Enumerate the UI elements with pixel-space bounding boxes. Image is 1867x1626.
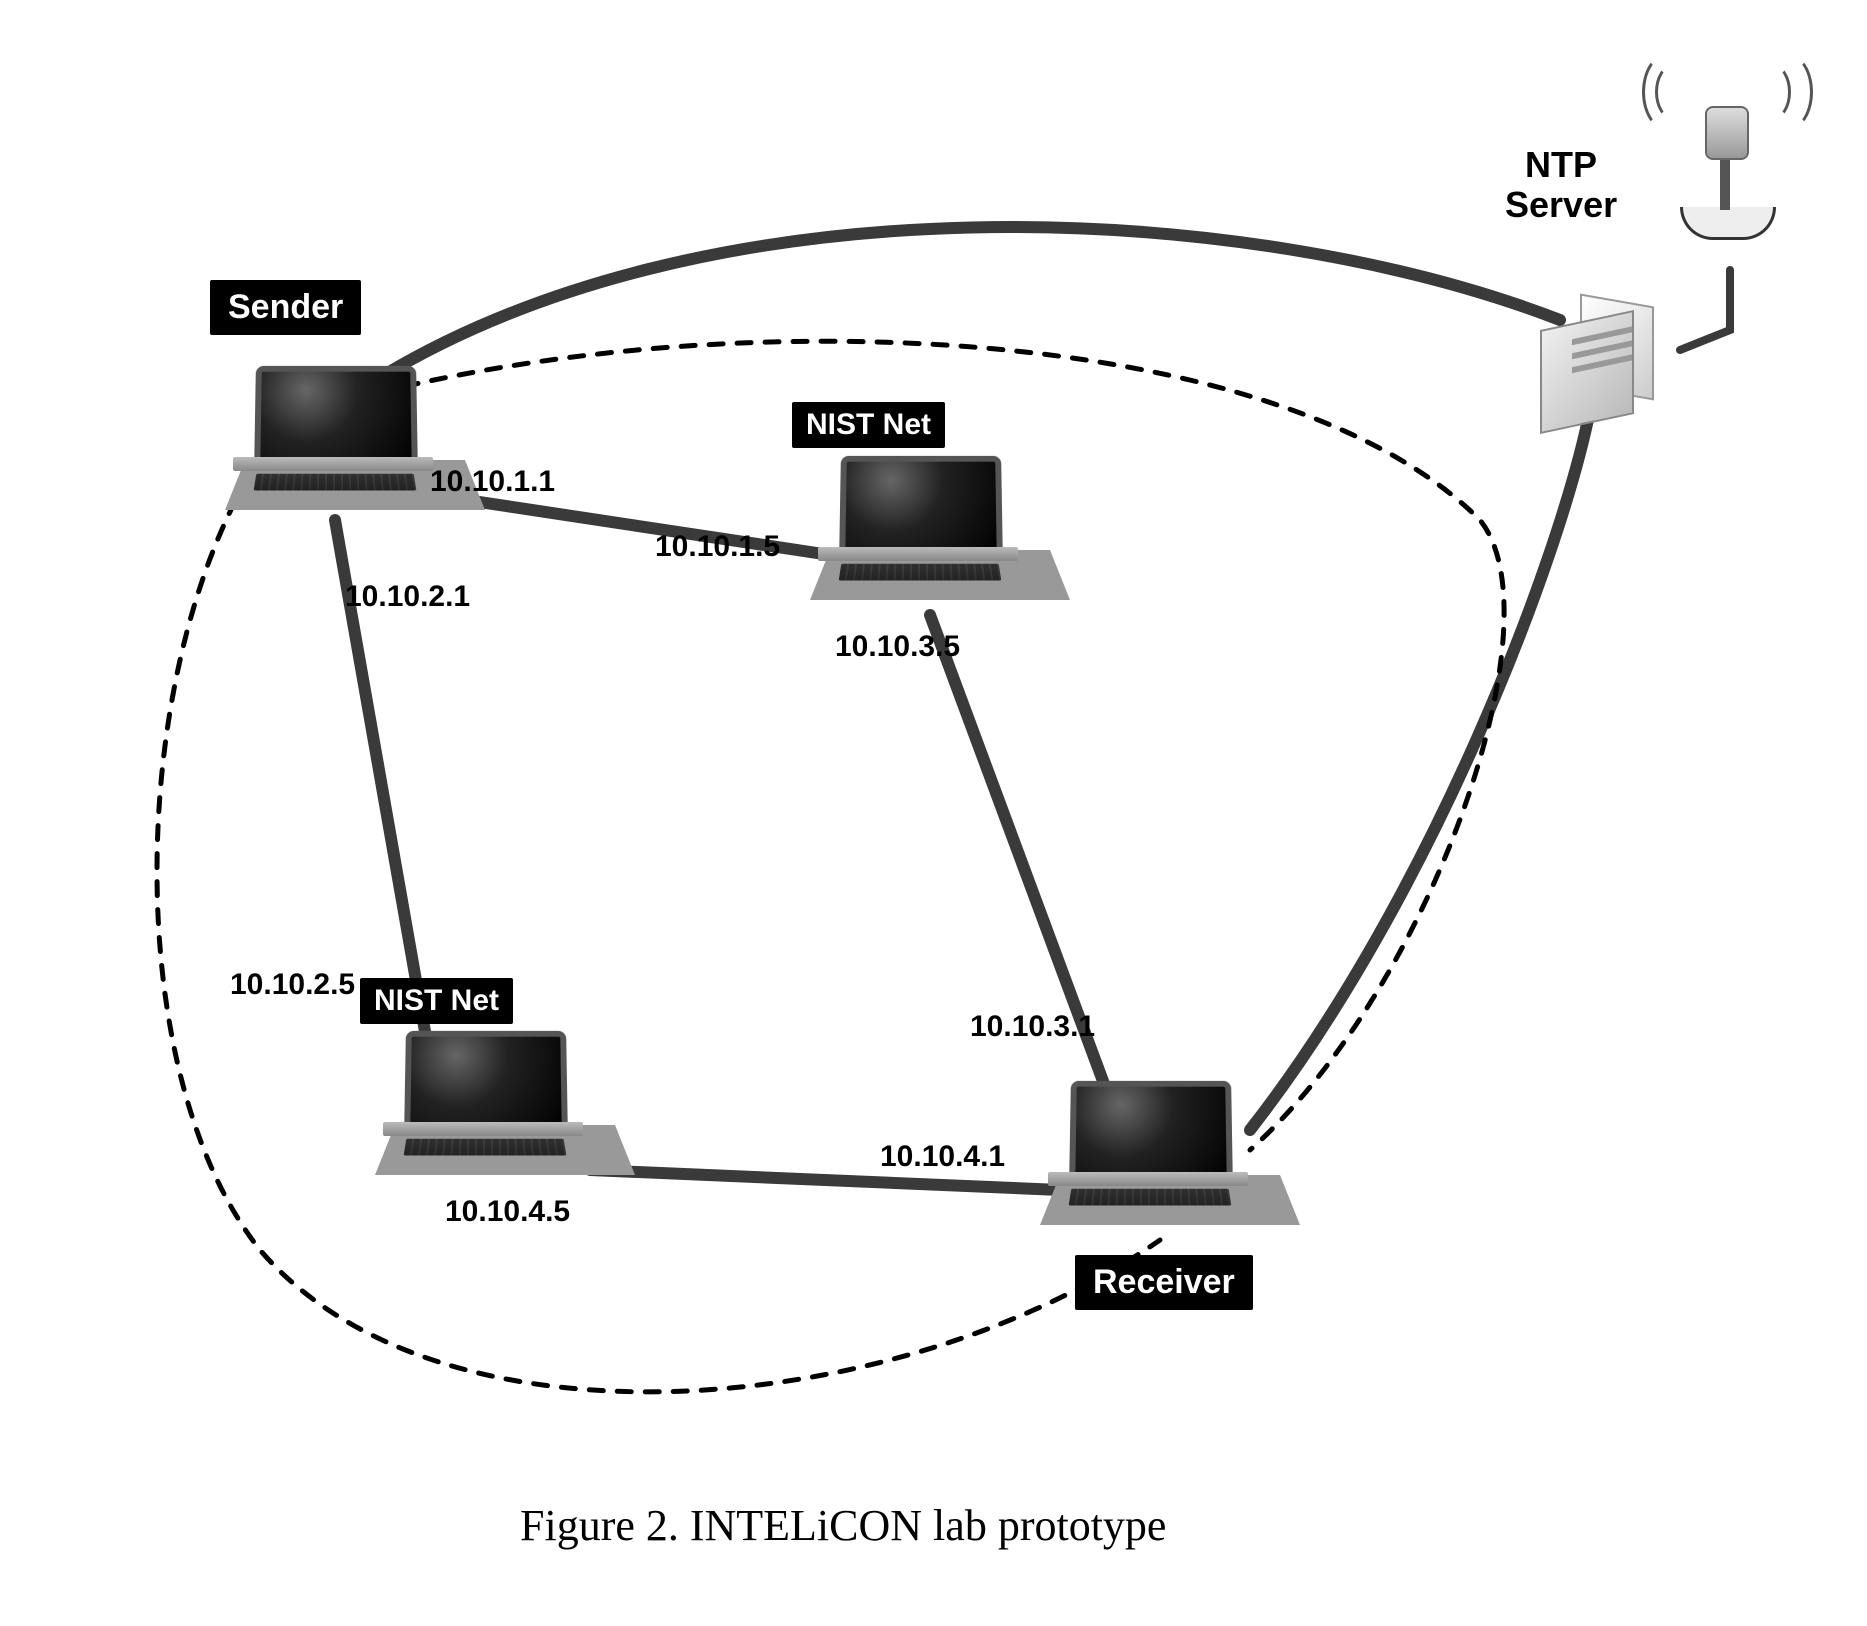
link-sender-ntp [360, 227, 1560, 390]
figure-caption: Figure 2. INTELiCON lab prototype [520, 1500, 1166, 1551]
ip-receiver-from-nist2: 10.10.4.1 [880, 1140, 1005, 1174]
receiver-laptop-icon [1040, 1080, 1260, 1230]
ip-nist2-to-receiver: 10.10.4.5 [445, 1195, 570, 1229]
ip-nist1-from-sender: 10.10.1.5 [655, 530, 780, 564]
nist-net-upper-icon [810, 455, 1030, 605]
sender-badge: Sender [210, 280, 361, 335]
sender-laptop-icon [225, 365, 445, 515]
nist-net-lower-icon [375, 1030, 595, 1180]
ip-nist1-to-receiver: 10.10.3.5 [835, 630, 960, 664]
ip-receiver-from-nist1: 10.10.3.1 [970, 1010, 1095, 1044]
link-receiver-ntp [1250, 410, 1590, 1130]
nist-net-lower-badge: NIST Net [360, 978, 513, 1024]
receiver-badge: Receiver [1075, 1255, 1253, 1310]
link-ntp-satellite [1680, 270, 1730, 350]
satellite-antenna-icon [1660, 60, 1800, 240]
ip-sender-to-nist2: 10.10.2.1 [345, 580, 470, 614]
ntp-server-icon [1520, 290, 1670, 440]
ntp-server-label-line1: NTPServer [1505, 144, 1617, 225]
ip-sender-to-nist1: 10.10.1.1 [430, 465, 555, 499]
ntp-server-label: NTPServer [1505, 145, 1617, 224]
nist-net-upper-badge: NIST Net [792, 402, 945, 448]
ip-nist2-from-sender: 10.10.2.5 [230, 968, 355, 1002]
network-wires [0, 0, 1867, 1626]
